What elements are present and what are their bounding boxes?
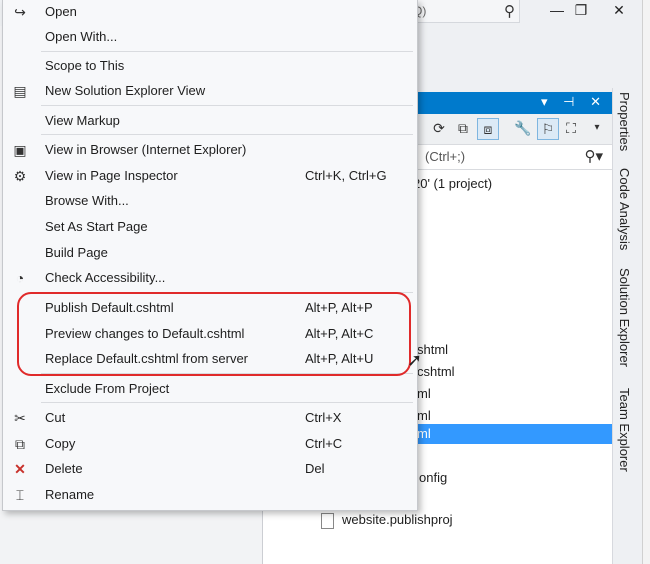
menu-item-new-solution-explorer-view[interactable]: ▤ New Solution Explorer View [3, 79, 417, 103]
search-icon[interactable]: ⚲▾ [584, 147, 603, 165]
menu-item-label: Browse With... [45, 193, 129, 208]
tree-item-publishproj[interactable]: website.publishproj [321, 510, 453, 530]
menu-item-shortcut: Ctrl+K, Ctrl+G [305, 168, 387, 183]
menu-separator [41, 51, 413, 52]
menu-item-label: Open [45, 4, 77, 19]
menu-item-shortcut: Ctrl+X [305, 410, 342, 425]
accessibility-icon: ◔ [15, 270, 25, 286]
menu-item-browse-with[interactable]: Browse With... [3, 189, 417, 213]
mouse-cursor-icon: ➚ [407, 350, 423, 370]
panel-window-controls[interactable]: ▾ ⊣ ✕ [541, 94, 607, 110]
menu-item-label: New Solution Explorer View [45, 83, 206, 98]
class-view-icon[interactable]: ⛶ [561, 118, 581, 138]
menu-item-label: View in Page Inspector [45, 168, 178, 183]
search-icon[interactable]: ⚲ [504, 2, 515, 20]
menu-item-label: Check Accessibility... [45, 270, 166, 285]
tree-item[interactable]: ml [417, 406, 431, 426]
search-placeholder: (Ctrl+;) [425, 149, 466, 164]
menu-item-shortcut: Del [305, 461, 325, 476]
preview-selected-icon[interactable]: ⚐ [537, 118, 559, 140]
menu-item-label: View Markup [45, 113, 120, 128]
tree-item[interactable]: onfig [419, 468, 447, 488]
menu-item-view-in-page-inspector[interactable]: ⚙ View in Page Inspector Ctrl+K, Ctrl+G [3, 164, 417, 188]
menu-item-build-page[interactable]: Build Page [3, 241, 417, 265]
copy-icon: ⧉ [15, 436, 25, 452]
menu-item-exclude-from-project[interactable]: Exclude From Project [3, 377, 417, 401]
file-icon [321, 512, 334, 529]
menu-item-view-markup[interactable]: View Markup [3, 109, 417, 133]
menu-item-rename[interactable]: ⌶ Rename [3, 483, 417, 507]
highlight-annotation-ring [17, 292, 411, 376]
tree-item-label: website.publishproj [342, 512, 453, 527]
page-inspector-icon: ⚙ [13, 168, 27, 184]
menu-separator [41, 134, 413, 135]
tree-item[interactable]: ml [417, 384, 431, 404]
menu-item-label: Scope to This [45, 58, 125, 73]
show-all-files-icon[interactable]: ⧈ [477, 118, 499, 140]
menu-item-copy[interactable]: ⧉ Copy Ctrl+C [3, 432, 417, 456]
side-tab-strip: Properties Code Analysis Solution Explor… [612, 88, 643, 564]
view-in-browser-icon: ▣ [13, 142, 27, 158]
menu-item-label: Open With... [45, 29, 118, 44]
collapse-all-icon[interactable]: ⧉ [453, 118, 473, 138]
menu-item-view-in-browser[interactable]: ▣ View in Browser (Internet Explorer) [3, 138, 417, 162]
new-solution-explorer-view-icon: ▤ [13, 83, 27, 99]
tab-solution-explorer[interactable]: Solution Explorer [617, 268, 632, 367]
menu-item-label: Set As Start Page [45, 219, 148, 234]
tree-item-solution[interactable]: 20' (1 project) [413, 174, 492, 194]
tab-team-explorer[interactable]: Team Explorer [617, 388, 632, 472]
context-menu: ↪ Open Open With... Scope to This ▤ New … [2, 0, 418, 511]
menu-item-cut[interactable]: ✂ Cut Ctrl+X [3, 406, 417, 430]
menu-item-label: Cut [45, 410, 66, 425]
menu-item-delete[interactable]: ✕ Delete Del [3, 457, 417, 481]
menu-item-label: Rename [45, 487, 95, 502]
close-button[interactable]: ✕ [608, 2, 630, 19]
refresh-icon[interactable]: ⟳ [429, 118, 449, 138]
redo-arrow-icon: ↪ [14, 4, 26, 20]
tab-code-analysis[interactable]: Code Analysis [617, 168, 632, 250]
menu-item-scope-to-this[interactable]: Scope to This [3, 54, 417, 78]
minimize-button[interactable]: — [546, 2, 568, 18]
menu-item-label: Copy [45, 436, 76, 451]
menu-item-open[interactable]: ↪ Open [3, 0, 417, 24]
properties-wrench-icon[interactable]: 🔧 [513, 118, 533, 138]
menu-item-check-accessibility[interactable]: ◔ Check Accessibility... [3, 266, 417, 290]
tab-properties[interactable]: Properties [617, 92, 632, 151]
rename-icon: ⌶ [15, 487, 25, 503]
tree-item[interactable]: cshtml [417, 362, 455, 382]
window-edge [642, 0, 650, 564]
menu-item-label: Delete [45, 461, 83, 476]
menu-item-shortcut: Ctrl+C [305, 436, 343, 451]
toolbar-dropdown-icon[interactable]: ▾ [587, 118, 607, 138]
menu-item-label: Exclude From Project [45, 381, 170, 396]
menu-item-label: View in Browser (Internet Explorer) [45, 142, 247, 157]
delete-x-icon: ✕ [14, 461, 26, 477]
menu-item-set-as-start-page[interactable]: Set As Start Page [3, 215, 417, 239]
menu-separator [41, 402, 413, 403]
tree-item-selected[interactable]: ml [417, 424, 613, 444]
menu-item-label: Build Page [45, 245, 108, 260]
menu-separator [41, 105, 413, 106]
restore-button[interactable]: ❐ [570, 2, 592, 19]
menu-item-open-with[interactable]: Open With... [3, 25, 417, 49]
scissors-icon: ✂ [14, 410, 26, 426]
